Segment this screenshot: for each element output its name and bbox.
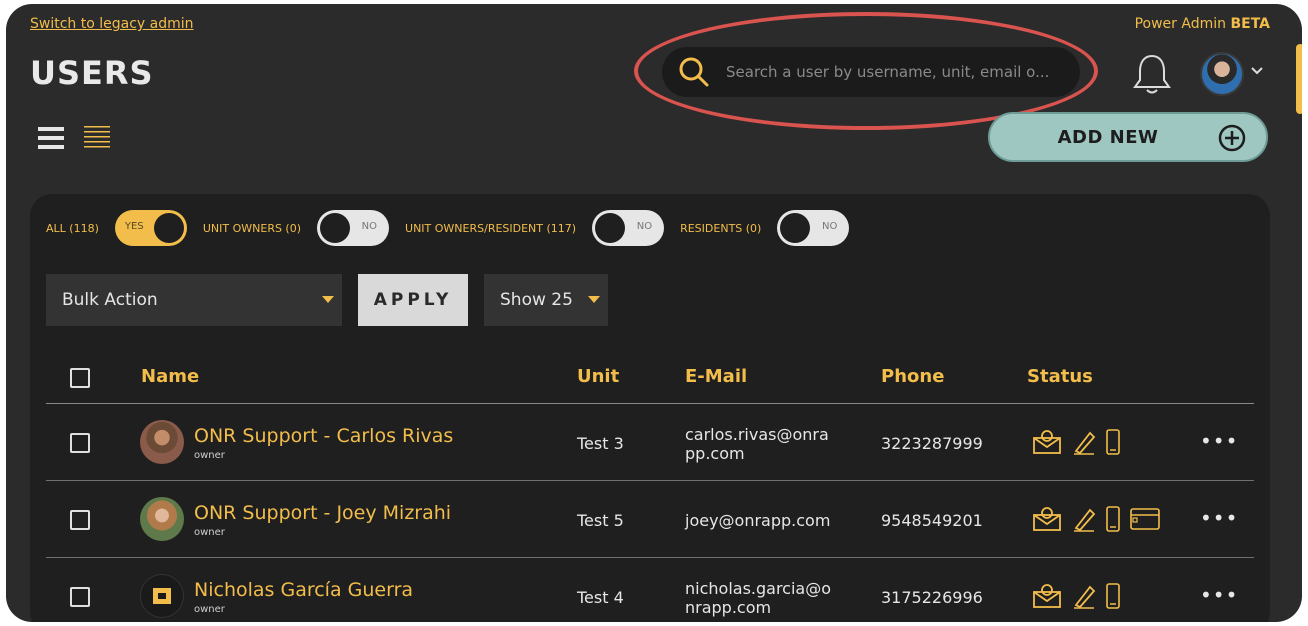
table-header: Name Unit E-Mail Phone Status [46,352,1254,404]
filter-label-unit-owners: UNIT OWNERS (0) [202,221,302,235]
switch-to-legacy-link[interactable]: Switch to legacy admin [30,16,194,32]
user-unit: Test 4 [577,588,624,607]
email-status-icon [1033,430,1061,454]
table-row[interactable]: ONR Support - Carlos Rivas owner Test 3 … [46,405,1254,481]
search-input[interactable] [726,63,1076,81]
app-window: Switch to legacy admin Power Admin BETA … [6,4,1302,622]
beta-badge: BETA [1230,16,1270,32]
user-phone: 3175226996 [881,588,983,607]
bulk-action-select[interactable]: Bulk Action [46,274,342,326]
toggle-residents[interactable]: NO [777,210,850,246]
filter-label-unit-owners-resident: UNIT OWNERS/RESIDENT (117) [405,221,577,235]
avatar [140,574,184,618]
user-role: owner [194,450,225,461]
more-icon[interactable]: ••• [1200,506,1238,530]
email-line-2: nrapp.com [685,598,772,617]
search-box[interactable] [662,47,1080,97]
toggle-text: YES [124,221,144,232]
chevron-down-icon[interactable] [1250,66,1264,76]
email-line-1: carlos.rivas@onra [685,425,829,444]
user-unit: Test 5 [577,511,624,530]
list-view-icon[interactable] [38,124,66,152]
select-all-checkbox[interactable] [70,368,90,388]
user-email: joey@onrapp.com [685,511,831,530]
power-admin-text: Power Admin [1134,16,1226,32]
avatar [140,497,184,541]
show-count-select[interactable]: Show 25 [484,274,608,326]
toggle-unit-owners-resident[interactable]: NO [592,210,665,246]
more-icon[interactable]: ••• [1200,583,1238,607]
user-phone: 3223287999 [881,434,983,453]
toggle-knob [595,213,626,243]
table-row[interactable]: ONR Support - Joey Mizrahi owner Test 5 … [46,482,1254,558]
caret-down-icon [322,296,334,303]
email-status-icon [1033,507,1061,531]
bell-icon[interactable] [1132,52,1172,96]
signature-status-icon [1074,431,1096,455]
column-header-status[interactable]: Status [1027,366,1093,387]
show-count-value: Show 25 [500,290,573,310]
app-logo-icon [153,588,171,604]
row-checkbox[interactable] [70,587,90,607]
card-status-icon [1130,508,1160,530]
page-title: USERS [30,54,154,92]
toggle-unit-owners[interactable]: NO [317,210,390,246]
signature-status-icon [1074,508,1096,532]
avatar [140,420,184,464]
bulk-action-value: Bulk Action [62,290,158,310]
toggle-all[interactable]: YES [114,210,187,246]
status-icons [1032,429,1120,455]
user-unit: Test 3 [577,434,624,453]
mobile-status-icon [1106,429,1120,455]
row-checkbox[interactable] [70,433,90,453]
caret-down-icon [588,296,600,303]
toggle-knob [320,213,351,243]
add-new-button[interactable]: ADD NEW [988,112,1268,162]
status-icons [1032,583,1120,609]
user-role: owner [194,604,225,615]
toggle-knob [780,213,811,243]
power-admin-label: Power Admin BETA [1135,16,1270,32]
column-header-email[interactable]: E-Mail [685,366,747,387]
filter-label-all: ALL (118) [46,221,99,235]
column-header-phone[interactable]: Phone [881,366,944,387]
user-name-link[interactable]: Nicholas García Guerra [194,579,413,601]
signature-status-icon [1074,585,1096,609]
user-phone: 9548549201 [881,511,983,530]
email-status-icon [1033,584,1061,608]
filter-bar: ALL (118) YES UNIT OWNERS (0) NO UNIT OW… [46,210,865,246]
column-header-name[interactable]: Name [141,366,199,387]
email-line-1: nicholas.garcia@o [685,579,832,598]
user-email: carlos.rivas@onra pp.com [685,425,829,463]
user-avatar[interactable] [1200,52,1244,96]
plus-circle-icon [1218,124,1246,152]
table-row[interactable]: Nicholas García Guerra owner Test 4 nich… [46,559,1254,622]
column-header-unit[interactable]: Unit [577,366,619,387]
mobile-status-icon [1106,506,1120,532]
search-icon [679,57,709,87]
user-name-link[interactable]: ONR Support - Joey Mizrahi [194,502,451,524]
users-panel: ALL (118) YES UNIT OWNERS (0) NO UNIT OW… [30,194,1270,622]
user-email: nicholas.garcia@o nrapp.com [685,579,831,617]
filter-label-residents: RESIDENTS (0) [680,221,762,235]
mobile-status-icon [1106,583,1120,609]
row-checkbox[interactable] [70,510,90,530]
user-name-link[interactable]: ONR Support - Carlos Rivas [194,425,453,447]
email-line-2: pp.com [685,444,745,463]
add-new-label: ADD NEW [1057,126,1159,148]
toggle-text: NO [636,221,653,232]
corner-accent [1296,44,1302,114]
apply-button[interactable]: APPLY [358,274,468,326]
toggle-text: NO [821,221,838,232]
status-icons [1032,506,1160,532]
user-role: owner [194,527,225,538]
compact-list-icon[interactable] [84,124,112,152]
toggle-text: NO [361,221,378,232]
more-icon[interactable]: ••• [1200,429,1238,453]
toggle-knob [153,213,184,243]
